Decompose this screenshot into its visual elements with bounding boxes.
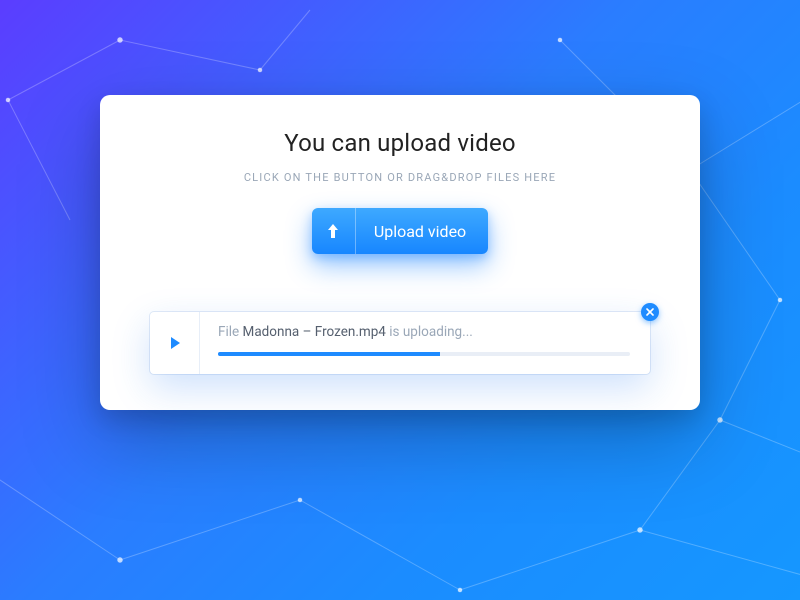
upload-progress-fill [218, 352, 440, 356]
file-status-suffix: is uploading... [386, 324, 473, 340]
upload-card[interactable]: You can upload video CLICK ON THE BUTTON… [100, 95, 700, 410]
file-name: Madonna – Frozen.mp4 [243, 324, 386, 340]
play-icon[interactable] [150, 312, 200, 374]
cancel-upload-button[interactable] [641, 303, 659, 321]
upload-progress-bar [218, 352, 630, 356]
app-background: You can upload video CLICK ON THE BUTTON… [0, 0, 800, 600]
close-icon [646, 308, 654, 316]
file-status-text: File Madonna – Frozen.mp4 is uploading..… [218, 324, 630, 340]
uploading-file-row: File Madonna – Frozen.mp4 is uploading..… [150, 312, 650, 374]
card-subtitle: CLICK ON THE BUTTON OR DRAG&DROP FILES H… [100, 171, 700, 184]
upload-button-label: Upload video [356, 222, 488, 241]
upload-video-button[interactable]: Upload video [312, 208, 488, 254]
file-status-prefix: File [218, 324, 243, 340]
card-title: You can upload video [100, 129, 700, 157]
upload-arrow-icon [312, 208, 356, 254]
